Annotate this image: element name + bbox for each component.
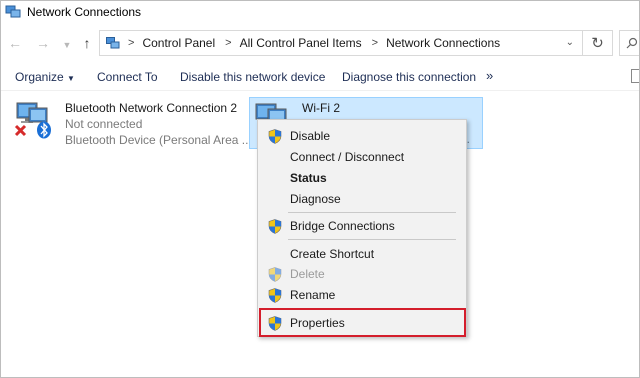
- menu-item-disable[interactable]: Disable: [258, 126, 466, 146]
- menu-item-diagnose[interactable]: Diagnose: [258, 189, 466, 209]
- organize-menu[interactable]: Organize ▼: [15, 70, 75, 84]
- menu-item-status[interactable]: Status: [258, 168, 466, 188]
- breadcrumb-control-panel[interactable]: Control Panel: [142, 36, 215, 50]
- menu-item-label: Disable: [290, 129, 331, 143]
- menu-item-label: Status: [290, 171, 327, 185]
- menu-item-label: Bridge Connections: [290, 219, 395, 233]
- diagnose-connection-button[interactable]: Diagnose this connection: [342, 70, 476, 84]
- menu-separator: [288, 212, 456, 213]
- back-arrow-icon[interactable]: ←: [7, 35, 23, 51]
- menu-separator: [288, 239, 456, 240]
- menu-item-label: Create Shortcut: [290, 247, 375, 261]
- connection-device: Bluetooth Device (Personal Area ...: [65, 133, 252, 147]
- recent-locations-chevron-icon[interactable]: ▼: [59, 37, 75, 53]
- address-bar[interactable]: > Control Panel > All Control Panel Item…: [99, 30, 583, 56]
- connect-to-button[interactable]: Connect To: [97, 70, 158, 84]
- shield-icon: [268, 129, 282, 144]
- menu-item-rename[interactable]: Rename: [258, 285, 466, 305]
- more-commands-button[interactable]: »: [486, 68, 493, 83]
- bluetooth-icon: [37, 121, 51, 139]
- shield-icon: [268, 288, 282, 303]
- breadcrumb-network-connections[interactable]: Network Connections: [386, 36, 500, 50]
- shield-icon: [268, 219, 282, 234]
- dropdown-caret-icon: ▼: [67, 74, 75, 83]
- menu-item-delete: Delete: [258, 264, 466, 284]
- disconnected-x-icon: [14, 124, 27, 137]
- search-icon: [626, 37, 638, 49]
- properties-highlight-box: [259, 308, 466, 337]
- address-dropdown-chevron-icon[interactable]: ⌄: [566, 37, 574, 48]
- context-menu: Disable Connect / Disconnect Status Diag…: [257, 119, 467, 337]
- up-arrow-icon[interactable]: ↑: [79, 35, 95, 51]
- disable-device-button[interactable]: Disable this network device: [180, 70, 325, 84]
- menu-item-label: Diagnose: [290, 192, 341, 206]
- connection-item-bluetooth[interactable]: Bluetooth Network Connection 2 Not conne…: [11, 97, 252, 149]
- connection-status: Not connected: [65, 117, 143, 131]
- organize-label: Organize: [15, 70, 64, 84]
- search-input[interactable]: [619, 30, 639, 56]
- breadcrumb-all-control-panel-items[interactable]: All Control Panel Items: [240, 36, 362, 50]
- forward-arrow-icon[interactable]: →: [35, 35, 51, 51]
- network-connections-icon: [5, 5, 21, 18]
- menu-item-bridge-connections[interactable]: Bridge Connections: [258, 216, 466, 236]
- network-connections-window: Network Connections ← → ▼ ↑ > Control Pa…: [0, 0, 640, 378]
- network-adapter-icon: [14, 102, 51, 139]
- refresh-icon: ↻: [591, 35, 604, 52]
- refresh-button[interactable]: ↻: [583, 30, 613, 56]
- address-row: ← → ▼ ↑ > Control Panel > All Control Pa…: [1, 29, 639, 59]
- command-bar: Organize ▼ Connect To Disable this netwo…: [1, 63, 639, 91]
- view-options-icon[interactable]: [631, 69, 639, 83]
- menu-item-connect-disconnect[interactable]: Connect / Disconnect: [258, 147, 466, 167]
- control-panel-icon: [106, 37, 120, 49]
- menu-item-label: Delete: [290, 267, 325, 281]
- connection-name: Wi-Fi 2: [302, 101, 340, 115]
- connection-name: Bluetooth Network Connection 2: [65, 101, 238, 115]
- menu-item-create-shortcut[interactable]: Create Shortcut: [258, 244, 466, 264]
- title-bar: Network Connections: [1, 1, 639, 23]
- breadcrumb-separator-icon[interactable]: >: [372, 37, 378, 49]
- menu-item-label: Connect / Disconnect: [290, 150, 405, 164]
- menu-item-label: Rename: [290, 288, 336, 302]
- breadcrumb-separator-icon[interactable]: >: [128, 37, 134, 49]
- window-title: Network Connections: [27, 5, 142, 19]
- breadcrumb-separator-icon[interactable]: >: [225, 37, 231, 49]
- shield-icon: [268, 267, 282, 282]
